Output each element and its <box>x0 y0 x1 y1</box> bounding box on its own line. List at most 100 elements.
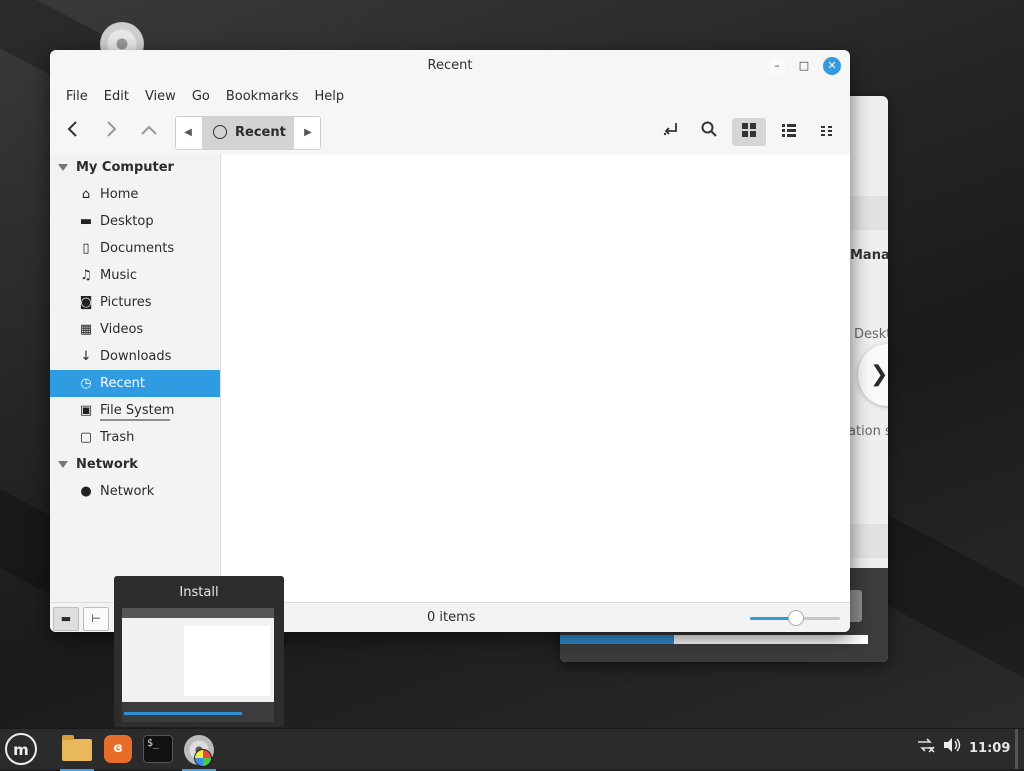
sidebar-item-videos[interactable]: ▦ Videos <box>50 316 220 343</box>
path-left-arrow-icon[interactable]: ◀ <box>176 117 200 149</box>
sidebar: My Computer ⌂ Home ▬ Desktop ▯ Documents ♫ M… <box>50 154 221 602</box>
music-icon: ♫ <box>80 268 92 283</box>
sidebar-item-label: Music <box>100 268 137 283</box>
menu-edit[interactable]: Edit <box>96 89 137 104</box>
search-icon[interactable] <box>694 118 724 146</box>
sidebar-section-network[interactable]: Network <box>50 451 220 478</box>
terminal-prompt: $_ <box>143 735 173 763</box>
up-arrow-icon[interactable] <box>134 118 164 146</box>
sidebar-section-my-computer[interactable]: My Computer <box>50 154 220 181</box>
file-manager-window[interactable]: Recent – □ ✕ File Edit View Go Bookmarks… <box>50 50 850 632</box>
breadcrumb-label: Recent <box>235 125 286 140</box>
window-preview-tooltip[interactable]: Install <box>114 576 284 727</box>
preview-thumbnail <box>122 608 274 722</box>
desktop-icon: ▬ <box>79 214 93 229</box>
sidebar-item-label: Documents <box>100 241 175 256</box>
collapse-triangle-icon[interactable] <box>58 461 68 468</box>
collapse-triangle-icon[interactable] <box>58 164 68 171</box>
back-arrow-icon[interactable] <box>58 118 88 146</box>
list-icon <box>782 124 796 137</box>
toolbar: ◀ Recent ▶ <box>50 110 850 155</box>
zoom-slider-handle[interactable] <box>788 610 804 626</box>
close-button[interactable]: ✕ <box>823 57 841 75</box>
menu-help[interactable]: Help <box>306 89 352 104</box>
section-title: Network <box>76 457 138 472</box>
show-desktop-button[interactable] <box>1015 729 1018 769</box>
network-disconnected-icon[interactable] <box>916 729 936 769</box>
path-right-arrow-icon[interactable]: ▶ <box>296 117 320 149</box>
grid-icon <box>742 123 756 137</box>
menu-go[interactable]: Go <box>184 89 218 104</box>
sidebar-item-label: Trash <box>100 430 135 445</box>
sidebar-item-label: Home <box>100 187 139 202</box>
window-title: Recent <box>427 58 473 73</box>
sidebar-item-network[interactable]: ● Network <box>50 478 220 505</box>
sidebar-item-label: File System <box>100 403 175 418</box>
sidebar-item-label: Videos <box>100 322 144 337</box>
sidebar-item-music[interactable]: ♫ Music <box>50 262 220 289</box>
clock-icon <box>213 125 227 139</box>
compact-grid-icon <box>821 126 832 136</box>
drive-icon: ▣ <box>79 403 93 418</box>
sidebar-item-documents[interactable]: ▯ Documents <box>50 235 220 262</box>
clock-icon: ◷ <box>80 376 92 391</box>
sidebar-item-home[interactable]: ⌂ Home <box>50 181 220 208</box>
show-treeview-button[interactable]: ⊢ <box>83 607 109 631</box>
installer-progress-track <box>560 635 868 644</box>
sidebar-item-label: Downloads <box>100 349 172 364</box>
volume-icon[interactable] <box>942 729 962 769</box>
menu-bookmarks[interactable]: Bookmarks <box>218 89 307 104</box>
sidebar-item-trash[interactable]: ▢ Trash <box>50 424 220 451</box>
installer-disc-icon[interactable] <box>182 733 216 771</box>
items-count: 0 items <box>427 610 476 625</box>
menu-view[interactable]: View <box>137 89 184 104</box>
file-view-area[interactable] <box>221 154 850 602</box>
menu-file[interactable]: File <box>58 89 96 104</box>
icon-view-button[interactable] <box>732 118 766 146</box>
file-manager-icon[interactable] <box>60 733 94 771</box>
sidebar-item-recent[interactable]: ◷ Recent <box>50 370 220 397</box>
zoom-slider[interactable] <box>750 610 840 626</box>
installer-progress-fill <box>560 635 674 644</box>
sidebar-item-label: Desktop <box>100 214 154 229</box>
sidebar-item-pictures[interactable]: ◙ Pictures <box>50 289 220 316</box>
list-view-button[interactable] <box>774 118 804 146</box>
toggle-location-icon[interactable] <box>656 118 686 146</box>
installer-text: ation so <box>848 424 888 439</box>
sidebar-item-label: Pictures <box>100 295 152 310</box>
menubar: File Edit View Go Bookmarks Help <box>50 82 850 110</box>
sidebar-item-file-system[interactable]: ▣ File System <box>50 397 220 424</box>
compact-view-button[interactable] <box>812 118 842 146</box>
sidebar-item-label: Recent <box>100 376 145 391</box>
document-icon: ▯ <box>82 241 90 256</box>
show-places-button[interactable]: ▬ <box>53 607 79 631</box>
installer-next-arrow-icon[interactable]: ❯ <box>858 344 888 406</box>
section-title: My Computer <box>76 160 174 175</box>
thumbnail-window <box>122 608 274 702</box>
installer-text: Manag <box>850 248 888 263</box>
installer-text: Deskto <box>854 327 888 342</box>
home-icon: ⌂ <box>81 187 91 202</box>
trash-icon: ▢ <box>79 430 93 445</box>
clock[interactable]: 11:09 <box>969 729 1010 769</box>
sidebar-item-desktop[interactable]: ▬ Desktop <box>50 208 220 235</box>
sidebar-item-downloads[interactable]: ↓ Downloads <box>50 343 220 370</box>
film-icon: ▦ <box>79 322 93 337</box>
window-titlebar[interactable]: Recent – □ ✕ <box>50 50 850 82</box>
preview-title: Install <box>179 585 219 600</box>
forward-arrow-icon[interactable] <box>96 118 126 146</box>
minimize-button[interactable]: – <box>768 57 786 75</box>
download-icon: ↓ <box>80 349 92 364</box>
taskbar: m ɞ $_ 11:09 <box>0 728 1024 771</box>
thumbnail-content <box>184 626 270 696</box>
firefox-icon[interactable]: ɞ <box>102 733 136 767</box>
globe-icon: ● <box>80 484 92 499</box>
thumbnail-header <box>122 608 274 618</box>
disk-usage-bar <box>100 419 170 421</box>
camera-icon: ◙ <box>79 295 93 310</box>
thumbnail-progress <box>124 712 242 715</box>
terminal-icon[interactable]: $_ <box>142 733 176 767</box>
maximize-button[interactable]: □ <box>795 57 813 75</box>
breadcrumb-recent[interactable]: Recent <box>202 117 294 149</box>
menu-icon[interactable]: m <box>5 733 37 765</box>
